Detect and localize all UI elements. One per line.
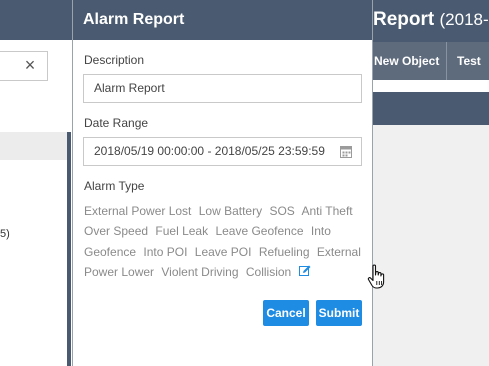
calendar-icon[interactable] [340, 145, 352, 158]
background-report-title: Report (2018- [373, 9, 489, 31]
background-report-title-main: Report [373, 9, 435, 30]
submit-button[interactable]: Submit [316, 300, 362, 326]
alarm-option-refueling[interactable]: Refueling [259, 245, 310, 259]
alarm-option-leave-poi[interactable]: Leave POI [195, 245, 252, 259]
alarm-type-label: Alarm Type [84, 179, 145, 193]
alarm-type-options: External Power Lost Low Battery SOS Anti… [84, 201, 366, 283]
alarm-option-sos[interactable]: SOS [269, 204, 294, 218]
alarm-option-violent-driving[interactable]: Violent Driving [161, 265, 238, 279]
alarm-option-over-speed[interactable]: Over Speed [84, 224, 148, 238]
background-table-row [0, 132, 70, 160]
alarm-option-low-battery[interactable]: Low Battery [199, 204, 262, 218]
hand-pointer-icon [367, 264, 385, 289]
background-table-body [372, 125, 489, 366]
background-tabbar: New Object Test [372, 42, 489, 80]
close-icon[interactable]: × [20, 54, 40, 76]
alarm-report-dialog: Alarm Report Description Alarm Report Da… [72, 0, 385, 366]
alarm-option-collision[interactable]: Collision [246, 265, 291, 279]
description-label: Description [84, 53, 145, 67]
cancel-button[interactable]: Cancel [263, 300, 309, 326]
date-range-label: Date Range [84, 116, 149, 130]
edit-checkbox-icon[interactable] [299, 265, 311, 277]
description-input[interactable]: Alarm Report [83, 74, 362, 103]
background-scrollbar[interactable] [67, 132, 71, 366]
alarm-option-into-poi[interactable]: Into POI [143, 245, 187, 259]
background-table-header [372, 92, 489, 125]
alarm-option-external-power-lost[interactable]: External Power Lost [84, 204, 191, 218]
dialog-title: Alarm Report [73, 0, 372, 40]
date-range-input[interactable]: 2018/05/19 00:00:00 - 2018/05/25 23:59:5… [83, 137, 362, 166]
background-report-title-date: (2018- [439, 10, 489, 29]
alarm-option-leave-geofence[interactable]: Leave Geofence [215, 224, 303, 238]
date-range-value: 2018/05/19 00:00:00 - 2018/05/25 23:59:5… [94, 144, 325, 158]
tab-test[interactable]: Test [447, 42, 489, 80]
alarm-option-fuel-leak[interactable]: Fuel Leak [155, 224, 208, 238]
background-header-left [0, 0, 74, 40]
tab-new-object[interactable]: New Object [372, 42, 447, 80]
alarm-option-anti-theft[interactable]: Anti Theft [301, 204, 352, 218]
background-text-fragment: 5) [0, 228, 10, 240]
